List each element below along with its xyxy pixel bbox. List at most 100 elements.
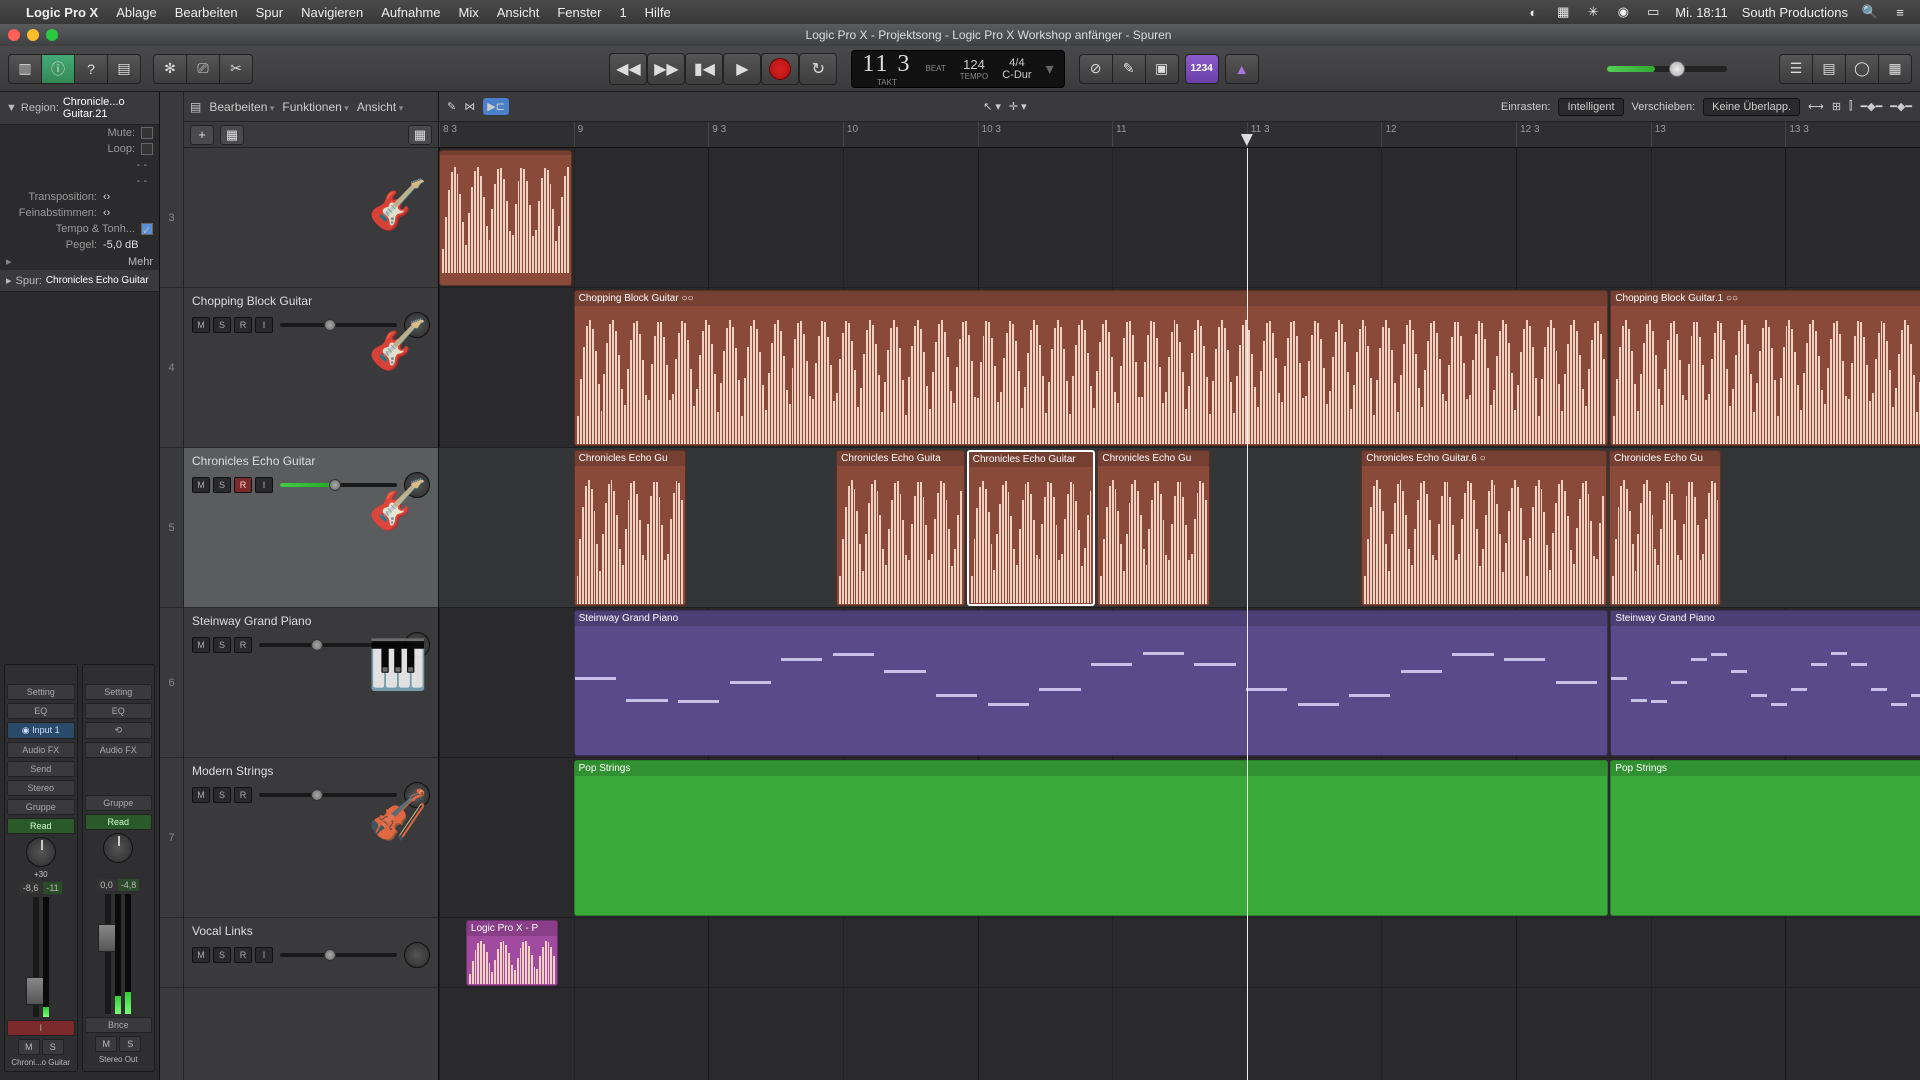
arrange-lanes[interactable]: Chopping Block Guitar ○○Chopping Block G…	[439, 148, 1920, 1080]
minimize-window-button[interactable]	[27, 29, 39, 41]
tool-catch-icon[interactable]: ▶⊏	[483, 98, 509, 115]
track-s-button[interactable]: S	[213, 317, 231, 333]
region[interactable]: Chronicles Echo Gu	[574, 450, 686, 606]
help-button[interactable]: ?	[74, 54, 108, 84]
track-bearbeiten-menu[interactable]: Bearbeiten	[209, 100, 274, 114]
ch2-audiofx[interactable]: Audio FX	[85, 742, 153, 758]
ch1-mute[interactable]: M	[18, 1039, 40, 1055]
mute-checkbox[interactable]	[141, 127, 153, 139]
stop-button[interactable]: ▮◀	[685, 53, 723, 85]
app-name[interactable]: Logic Pro X	[26, 5, 98, 20]
track-r-button[interactable]: R	[234, 947, 252, 963]
playhead-line[interactable]	[1247, 148, 1248, 1080]
count-in-button[interactable]: 1234	[1185, 54, 1219, 84]
global-tracks-button[interactable]: ▦	[408, 125, 432, 145]
close-window-button[interactable]	[8, 29, 20, 41]
tool-flex-icon[interactable]: ⋈	[464, 100, 475, 113]
status-icon-1[interactable]: ◐	[1525, 4, 1541, 20]
menu-ablage[interactable]: Ablage	[116, 5, 156, 20]
track-i-button[interactable]: I	[255, 477, 273, 493]
track-header[interactable]: Chronicles Echo GuitarMSRI🎸	[184, 448, 438, 608]
menu-mix[interactable]: Mix	[459, 5, 479, 20]
region-inspector-header[interactable]: ▼ Region: Chronicle...o Guitar.21	[0, 92, 159, 125]
track-r-button[interactable]: R	[234, 787, 252, 803]
track-menu-icon[interactable]: ▤	[190, 100, 201, 114]
ch1-pan-knob[interactable]	[26, 837, 56, 867]
timeline-ruler[interactable]: 8 399 31010 31111 31212 31313 3	[439, 122, 1920, 148]
track-m-button[interactable]: M	[192, 637, 210, 653]
solo-button[interactable]: ▣	[1145, 54, 1179, 84]
ch1-solo[interactable]: S	[42, 1039, 64, 1055]
waveform-zoom-icon[interactable]: ━◆━	[1861, 100, 1883, 113]
vertical-zoom-icon[interactable]: ━◆━	[1890, 100, 1912, 113]
menu-fenster[interactable]: Fenster	[557, 5, 601, 20]
ch1-setting[interactable]: Setting	[7, 684, 75, 700]
pointer-tool-icon[interactable]: ↖ ▾	[983, 100, 1001, 113]
toolbar-button[interactable]: ▤	[107, 54, 141, 84]
editor-button[interactable]: ✂	[219, 54, 253, 84]
einrasten-dropdown[interactable]: Intelligent	[1558, 98, 1623, 116]
tool-automation-icon[interactable]: ✎	[447, 100, 456, 113]
marquee-tool-icon[interactable]: ✛ ▾	[1009, 100, 1027, 113]
browser-button[interactable]: ▦	[1878, 54, 1912, 84]
forward-button[interactable]: ▶▶	[647, 53, 685, 85]
ch2-link[interactable]: ⟲	[85, 722, 153, 739]
track-ansicht-menu[interactable]: Ansicht	[357, 100, 403, 114]
pegel-value[interactable]: -5,0 dB	[103, 239, 153, 251]
track-i-button[interactable]: I	[255, 947, 273, 963]
track-i-button[interactable]: I	[255, 317, 273, 333]
zoom-window-button[interactable]	[46, 29, 58, 41]
track-m-button[interactable]: M	[192, 317, 210, 333]
loop-checkbox[interactable]	[141, 143, 153, 155]
ch2-pan-knob[interactable]	[103, 833, 133, 863]
status-icon-3[interactable]: ✳	[1585, 4, 1601, 20]
track-funktionen-menu[interactable]: Funktionen	[282, 100, 348, 114]
track-m-button[interactable]: M	[192, 787, 210, 803]
mehr-row[interactable]: ▸ Mehr	[0, 253, 159, 270]
replace-button[interactable]: ⊘	[1079, 54, 1113, 84]
region[interactable]: Chronicles Echo Guitar	[967, 450, 1096, 606]
ch1-input[interactable]: ◉ Input 1	[7, 722, 75, 739]
ch1-audiofx[interactable]: Audio FX	[7, 742, 75, 758]
master-volume-slider[interactable]	[1607, 66, 1727, 72]
lcd-display[interactable]: 11 3TAKT BEAT 124TEMPO 4/4C-Dur ▾	[851, 50, 1064, 88]
track-r-button[interactable]: R	[234, 477, 252, 493]
ch1-fader[interactable]	[7, 897, 75, 1017]
track-header[interactable]: Steinway Grand PianoMSR🎹	[184, 608, 438, 758]
arrange-lane[interactable]	[439, 918, 1920, 988]
track-r-button[interactable]: R	[234, 317, 252, 333]
region[interactable]: Chronicles Echo Gu	[1097, 450, 1209, 606]
ch1-eq[interactable]: EQ	[7, 703, 75, 719]
display-icon[interactable]: ▭	[1645, 4, 1661, 20]
ch2-mute[interactable]: M	[95, 1036, 117, 1052]
zoom-fit-icon[interactable]: ⊞	[1832, 100, 1841, 113]
spur-inspector-header[interactable]: ▸ Spur: Chronicles Echo Guitar	[0, 270, 159, 292]
zoom-v-icon[interactable]: ⫿	[1849, 100, 1853, 113]
ch1-send[interactable]: Send	[7, 761, 75, 777]
ch1-stereo[interactable]: Stereo	[7, 780, 75, 796]
region[interactable]	[439, 150, 572, 286]
region[interactable]: Steinway Grand Piano	[1610, 610, 1920, 756]
track-pan-knob[interactable]	[404, 942, 430, 968]
menu-bearbeiten[interactable]: Bearbeiten	[175, 5, 238, 20]
inspector-button[interactable]: ⓘ	[41, 54, 75, 84]
track-s-button[interactable]: S	[213, 477, 231, 493]
region[interactable]: Chronicles Echo Gu	[1609, 450, 1721, 606]
region[interactable]: Chronicles Echo Guita	[836, 450, 965, 606]
ch2-setting[interactable]: Setting	[85, 684, 153, 700]
ch2-bnce[interactable]: Bnce	[85, 1017, 153, 1033]
tempo-checkbox[interactable]: ✓	[141, 223, 153, 235]
ch2-fader[interactable]	[85, 894, 153, 1014]
list-editors-button[interactable]: ☰	[1779, 54, 1813, 84]
record-button[interactable]	[761, 53, 799, 85]
rewind-button[interactable]: ◀◀	[609, 53, 647, 85]
region[interactable]: Chopping Block Guitar.1 ○○	[1610, 290, 1920, 446]
ch2-solo[interactable]: S	[119, 1036, 141, 1052]
region[interactable]: Logic Pro X - P	[466, 920, 558, 986]
menu-aufnahme[interactable]: Aufnahme	[381, 5, 440, 20]
region[interactable]: Chronicles Echo Guitar.6 ○	[1361, 450, 1607, 606]
zoom-h-icon[interactable]: ⟷	[1808, 100, 1824, 113]
feinabstimmen-value[interactable]: ‹›	[103, 207, 153, 219]
menu-hilfe[interactable]: Hilfe	[645, 5, 671, 20]
track-s-button[interactable]: S	[213, 947, 231, 963]
